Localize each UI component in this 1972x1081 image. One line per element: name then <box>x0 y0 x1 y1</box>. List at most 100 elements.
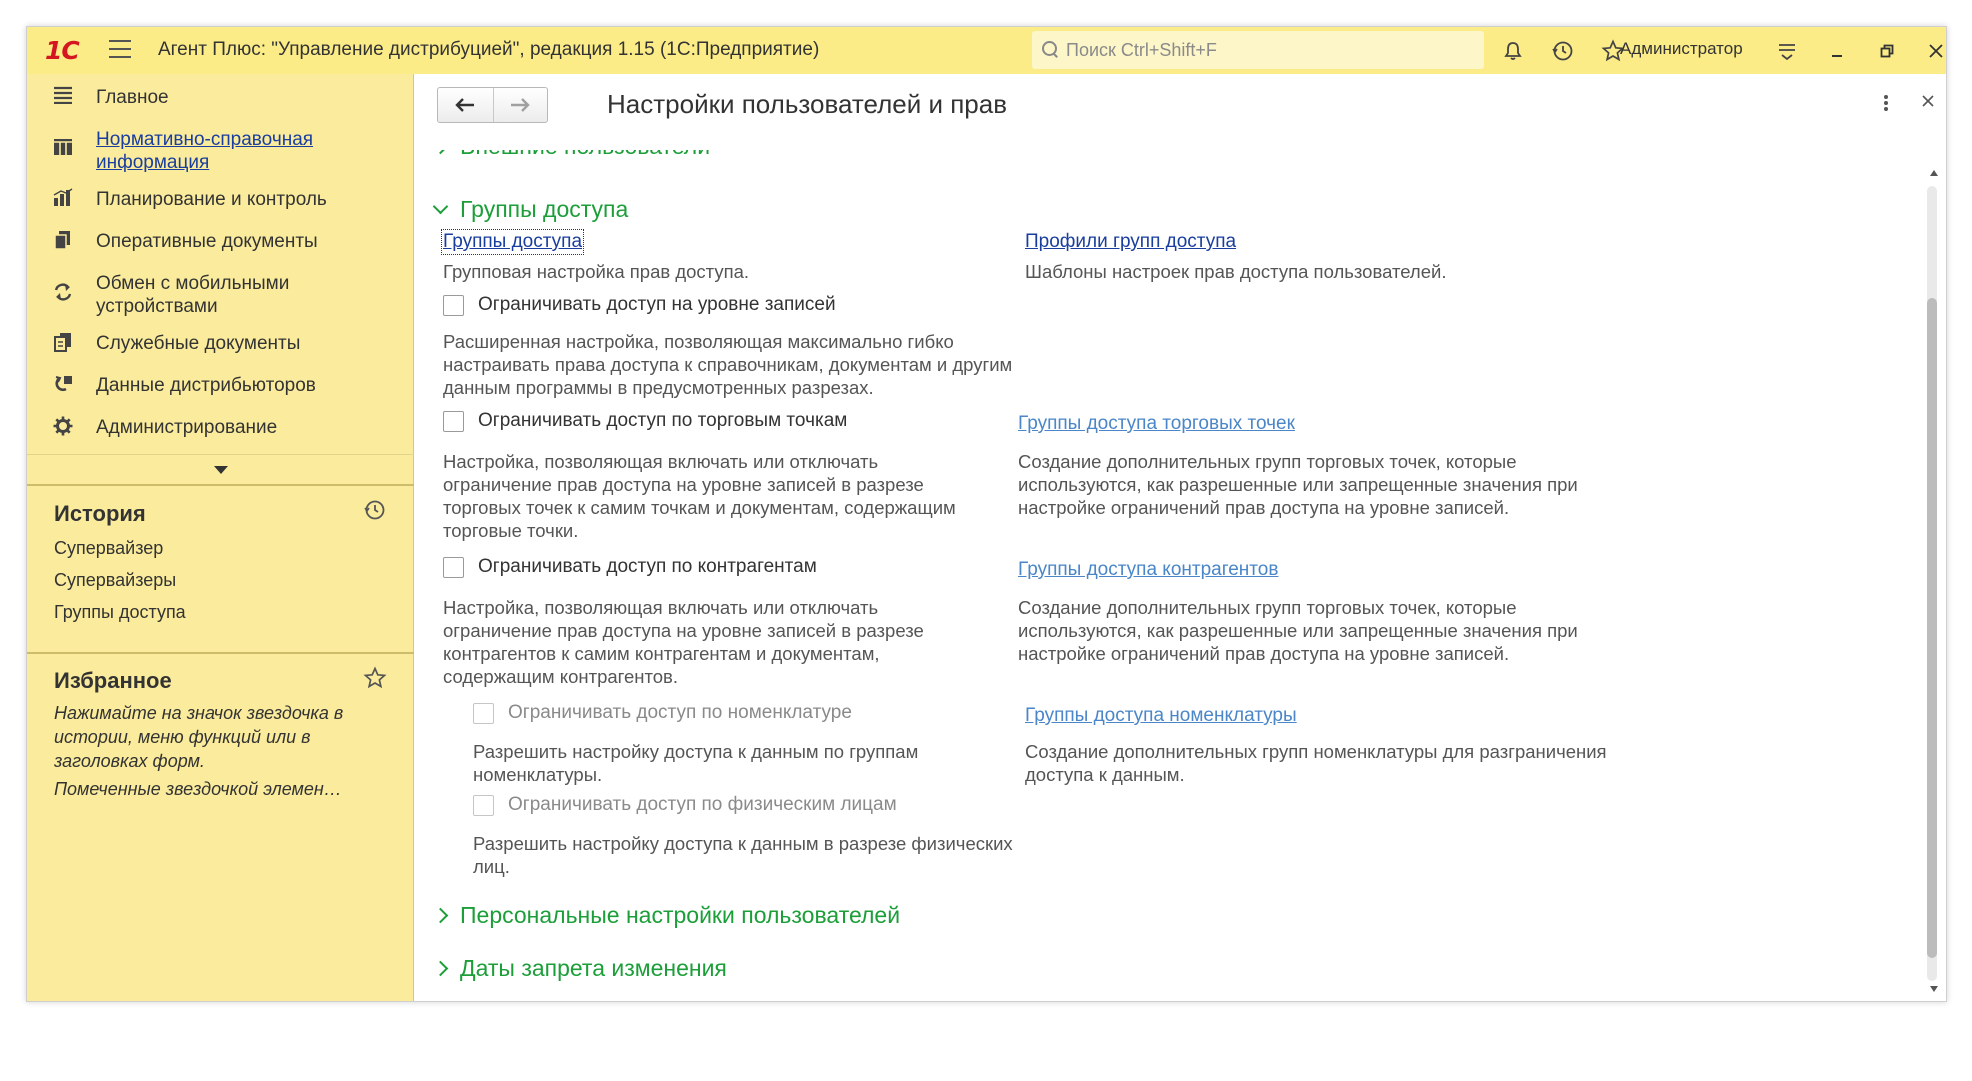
desc-line: настройке ограничений прав доступа на ур… <box>1018 497 1510 518</box>
restrict-outlets-desc: Настройка, позволяющая включать или откл… <box>443 450 956 542</box>
access-groups-desc: Групповая настройка прав доступа. <box>443 261 750 282</box>
chevron-down-icon <box>214 466 228 474</box>
sidebar-item-label: Планирование и контроль <box>96 189 327 210</box>
history-item[interactable]: Группы доступа <box>54 602 186 623</box>
section-personal-settings[interactable]: Персональные настройки пользователей <box>432 902 901 929</box>
search-input[interactable]: Поиск Ctrl+Shift+F <box>1032 31 1484 69</box>
chevron-right-icon <box>435 150 449 155</box>
favorites-hint: Нажимайте на значок звездочка в истории,… <box>54 703 344 771</box>
access-group-profiles-desc: Шаблоны настроек прав доступа пользовате… <box>1025 261 1447 282</box>
history-item[interactable]: Супервайзер <box>54 538 163 559</box>
back-button[interactable] <box>438 88 493 122</box>
bell-icon[interactable] <box>1499 37 1527 65</box>
section-title: Даты запрета изменения <box>460 955 727 981</box>
restrict-contractors-checkbox[interactable] <box>443 556 464 578</box>
minimize-icon[interactable] <box>1823 37 1851 65</box>
scrollbar-thumb[interactable] <box>1927 298 1937 958</box>
history-item[interactable]: Супервайзеры <box>54 570 176 591</box>
settings-menu-icon[interactable] <box>1773 37 1801 65</box>
scroll-up-arrow[interactable] <box>1930 170 1938 176</box>
restrict-contractors-checkbox-row[interactable]: Ограничивать доступ по контрагентам <box>443 556 817 578</box>
desc-line: Создание дополнительных групп торговых т… <box>1018 451 1517 472</box>
desc-line: используются, как разрешенные или запрещ… <box>1018 474 1578 495</box>
history-icon[interactable] <box>1549 37 1577 65</box>
desc-line: лиц. <box>473 856 510 877</box>
section-header: Внешние пользователи <box>435 150 755 160</box>
scroll-down-arrow[interactable] <box>1930 986 1938 992</box>
restrict-records-desc: Расширенная настройка, позволяющая макси… <box>443 330 1012 399</box>
favorites-title: Избранное <box>54 668 172 693</box>
desc-line: торговых точек к самим точкам и документ… <box>443 497 956 518</box>
desc-line: Настройка, позволяющая включать или откл… <box>443 597 879 618</box>
desc-line: доступа к данным. <box>1025 764 1185 785</box>
section-title: Внешние пользователи <box>460 150 710 160</box>
restrict-records-checkbox-row[interactable]: Ограничивать доступ на уровне записей <box>443 294 836 316</box>
desc-line: ограничение прав доступа на уровне запис… <box>443 474 924 495</box>
section-external-users[interactable]: Внешние пользователи <box>435 150 755 166</box>
access-group-profiles-link[interactable]: Профили групп доступа <box>1025 231 1236 253</box>
restrict-nomenclature-checkbox <box>473 702 494 724</box>
restrict-outlets-checkbox[interactable] <box>443 410 464 432</box>
app-title: Агент Плюс: "Управление дистрибуцией", р… <box>158 39 820 60</box>
more-sections-button[interactable] <box>27 456 414 486</box>
main-menu-icon[interactable] <box>109 40 131 60</box>
user-name[interactable]: Администратор <box>1620 39 1743 59</box>
desc-line: ограничение прав доступа на уровне запис… <box>443 620 924 641</box>
1c-logo[interactable]: 1С <box>45 36 80 65</box>
checkbox-label: Ограничивать доступ по номенклатуре <box>508 702 852 723</box>
section-access-groups[interactable]: Группы доступа <box>432 196 629 223</box>
forward-button[interactable] <box>492 88 548 122</box>
sidebar-item-label: Данные дистрибьюторов <box>96 375 316 396</box>
label-line: устройствами <box>96 296 218 317</box>
restrict-records-checkbox[interactable] <box>443 294 464 316</box>
checkbox-label: Ограничивать доступ по физическим лицам <box>508 794 897 815</box>
star-icon[interactable] <box>363 666 387 697</box>
desc-line: используются, как разрешенные или запрещ… <box>1018 620 1578 641</box>
label-line: информация <box>96 152 210 173</box>
outlet-access-groups-link[interactable]: Группы доступа торговых точек <box>1018 413 1295 435</box>
close-form-icon[interactable] <box>1921 91 1935 114</box>
restrict-persons-desc: Разрешить настройку доступа к данным в р… <box>473 832 1013 878</box>
restore-icon[interactable] <box>1873 37 1901 65</box>
title-bar: 1С Агент Плюс: "Управление дистрибуцией"… <box>27 27 1946 74</box>
desc-line: торговые точки. <box>443 520 579 541</box>
history-icon[interactable] <box>363 498 387 529</box>
contractor-access-groups-link[interactable]: Группы доступа контрагентов <box>1018 559 1278 581</box>
desc-line: контрагентов к самим контрагентам и доку… <box>443 643 880 664</box>
restrict-outlets-checkbox-row[interactable]: Ограничивать доступ по торговым точкам <box>443 410 847 432</box>
restrict-nomenclature-desc: Разрешить настройку доступа к данным по … <box>473 740 918 786</box>
desc-line: номенклатуры. <box>473 764 603 785</box>
close-window-icon[interactable] <box>1922 37 1946 65</box>
section-change-prohibition-dates[interactable]: Даты запрета изменения <box>432 955 727 982</box>
sidebar-item-label: Главное <box>96 87 169 108</box>
desc-line: настройке ограничений прав доступа на ур… <box>1018 643 1510 664</box>
sidebar-item-label: Нормативно-справочная информация <box>96 128 313 174</box>
desc-line: Настройка, позволяющая включать или откл… <box>443 451 879 472</box>
label-line: Обмен с мобильными <box>96 273 290 294</box>
desc-line: настраивать права доступа к справочникам… <box>443 354 1013 375</box>
desc-line: Создание дополнительных групп торговых т… <box>1018 597 1517 618</box>
form-title: Настройки пользователей и прав <box>607 89 1008 119</box>
checkbox-label: Ограничивать доступ по контрагентам <box>478 556 817 577</box>
outlet-access-groups-desc: Создание дополнительных групп торговых т… <box>1018 450 1578 519</box>
search-placeholder: Поиск Ctrl+Shift+F <box>1066 39 1217 60</box>
search-icon <box>1042 41 1060 59</box>
more-actions-icon[interactable] <box>1883 94 1889 118</box>
nomenclature-access-groups-link[interactable]: Группы доступа номенклатуры <box>1025 705 1297 727</box>
label-line: Нормативно-справочная <box>96 129 314 150</box>
gear-icon <box>51 416 75 438</box>
grid-icon <box>51 138 75 160</box>
desc-line: содержащим контрагентов. <box>443 666 679 687</box>
sidebar-item-label: Оперативные документы <box>96 231 318 252</box>
history-title: История <box>54 501 146 526</box>
desc-line: Разрешить настройку доступа к данным по … <box>473 741 919 762</box>
section-title: Персональные настройки пользователей <box>460 902 901 928</box>
app-window: 1С Агент Плюс: "Управление дистрибуцией"… <box>26 26 1947 1002</box>
nomenclature-access-groups-desc: Создание дополнительных групп номенклату… <box>1025 740 1607 786</box>
section-title: Группы доступа <box>460 196 629 222</box>
sidebar-item-label: Служебные документы <box>96 333 301 354</box>
divider <box>27 484 414 486</box>
access-groups-link[interactable]: Группы доступа <box>440 229 585 255</box>
sidebar: Главное Нормативно-справочная информация… <box>27 74 414 1001</box>
favorites-marked: Помеченные звездочкой элемен… <box>54 779 342 799</box>
